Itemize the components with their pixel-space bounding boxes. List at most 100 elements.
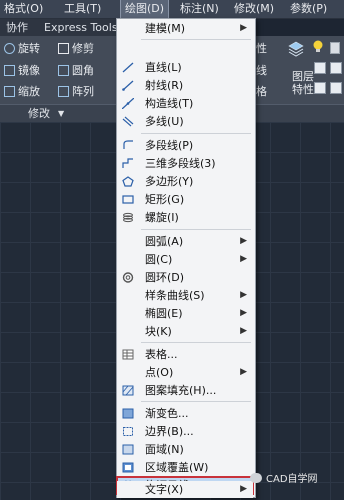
layer-tool-2-icon[interactable]: [330, 62, 342, 74]
mirror-label: 镜像: [18, 64, 40, 77]
mirror-icon: [4, 65, 15, 76]
menu-item-label: 块(K): [145, 325, 172, 338]
fillet-button[interactable]: 圆角: [58, 62, 94, 80]
menu-item-arc[interactable]: 圆弧(A) ▶: [117, 233, 253, 250]
menu-item-label: 面域(N): [145, 443, 184, 456]
menu-item-modeling[interactable]: 建模(M) ▶: [117, 20, 253, 37]
submenu-arrow-icon: ▶: [240, 367, 247, 377]
layer-tool-4-icon[interactable]: [330, 82, 342, 94]
fillet-label: 圆角: [72, 64, 94, 77]
menu-item-label: 螺旋(I): [145, 211, 179, 224]
menu-format[interactable]: 格式(O): [4, 0, 43, 18]
properties-item[interactable]: 性: [256, 40, 267, 58]
menu-item-polygon[interactable]: 多边形(Y): [117, 173, 253, 190]
menu-draw[interactable]: 绘图(D): [119, 0, 170, 19]
tab-express-tools[interactable]: Express Tools: [44, 19, 118, 36]
rectangle-icon: [122, 195, 134, 204]
trim-label: 修剪: [72, 42, 94, 55]
boundary-icon: [123, 427, 133, 436]
menu-item-wipeout[interactable]: 区域覆盖(W): [117, 459, 253, 476]
menu-item-circle[interactable]: 圆(C) ▶: [117, 251, 253, 268]
submenu-arrow-icon: ▶: [240, 290, 247, 300]
array-label: 阵列: [72, 85, 94, 98]
menu-item-polyline[interactable]: 多段线(P): [117, 137, 253, 154]
caret-down-icon[interactable]: ▼: [58, 105, 64, 122]
construction-line-icon: [122, 98, 134, 109]
polygon-icon: [122, 176, 134, 187]
wipeout-icon: [122, 462, 134, 473]
menu-item-line[interactable]: 直线(L): [117, 59, 253, 76]
ribbon-tabs: 协作 Express Tools: [0, 19, 120, 36]
menu-item-table[interactable]: 表格...: [117, 346, 253, 363]
menu-item-gradient[interactable]: 渐变色...: [117, 405, 253, 422]
modify-panel-title[interactable]: 修改: [28, 105, 50, 122]
polyline-icon: [123, 140, 133, 149]
menu-dimension[interactable]: 标注(N): [180, 0, 219, 18]
multiline-icon: [122, 116, 134, 127]
menu-item-label: 图案填充(H)...: [145, 384, 217, 397]
menu-bar: 格式(O) 工具(T) 绘图(D) 标注(N) 修改(M) 参数(P): [0, 0, 344, 19]
menu-divider: [141, 133, 251, 134]
menu-tools[interactable]: 工具(T): [64, 0, 101, 18]
menu-modify[interactable]: 修改(M): [234, 0, 274, 18]
linetype-item[interactable]: 线: [256, 62, 267, 80]
menu-item-ray[interactable]: 射线(R): [117, 77, 253, 94]
menu-divider: [141, 342, 251, 343]
menu-item-block[interactable]: 块(K) ▶: [117, 323, 253, 340]
menu-item-text[interactable]: 文字(X) ▶: [117, 481, 253, 498]
lightbulb-icon[interactable]: [312, 40, 324, 54]
scale-label: 缩放: [18, 85, 40, 98]
menu-item-label: 三维多段线(3): [145, 157, 216, 170]
scale-button[interactable]: 缩放: [4, 83, 40, 101]
menu-divider: [141, 229, 251, 230]
menu-item-label: 边界(B)...: [145, 425, 194, 438]
menu-item-helix[interactable]: 螺旋(I): [117, 209, 253, 226]
menu-item-label: 点(O): [145, 366, 174, 379]
menu-item-label: 射线(R): [145, 79, 184, 92]
menu-item-label: 多线(U): [145, 115, 184, 128]
menu-item-hatch[interactable]: 图案填充(H)...: [117, 382, 253, 399]
menu-item-spline[interactable]: 样条曲线(S) ▶: [117, 287, 253, 304]
menu-item-label: 区域覆盖(W): [145, 461, 209, 474]
rotate-label: 旋转: [18, 42, 40, 55]
region-icon: [122, 444, 134, 455]
menu-item-point[interactable]: 点(O) ▶: [117, 364, 253, 381]
line-icon: [122, 62, 134, 73]
watermark: CAD自学网: [250, 470, 318, 485]
menu-item-donut[interactable]: 圆环(D): [117, 269, 253, 286]
rotate-button[interactable]: 旋转: [4, 40, 40, 58]
menu-item-label: 表格...: [145, 348, 178, 361]
fillet-icon: [58, 65, 69, 76]
mirror-button[interactable]: 镜像: [4, 62, 40, 80]
menu-item-3d-polyline[interactable]: 三维多段线(3): [117, 155, 253, 172]
submenu-arrow-icon: ▶: [240, 308, 247, 318]
menu-item-boundary[interactable]: 边界(B)...: [117, 423, 253, 440]
trim-button[interactable]: 修剪: [58, 40, 94, 58]
watermark-text: CAD自学网: [266, 474, 318, 485]
menu-item-region[interactable]: 面域(N): [117, 441, 253, 458]
tab-collaborate[interactable]: 协作: [6, 19, 28, 36]
layer-state-icon[interactable]: [330, 42, 340, 54]
menu-item-label: 多边形(Y): [145, 175, 194, 188]
draw-dropdown-menu: 建模(M) ▶ 直线(L) 射线(R) 构造线(T) 多线(U) 多段线(P) …: [116, 18, 256, 498]
menu-item-construction-line[interactable]: 构造线(T): [117, 95, 253, 112]
menu-item-label: 样条曲线(S): [145, 289, 205, 302]
menu-divider: [141, 39, 251, 40]
3d-polyline-icon: [122, 158, 133, 168]
layer-tool-3-icon[interactable]: [314, 82, 326, 94]
menu-item-label: 建模(M): [145, 22, 186, 35]
menu-item-label: 多段线(P): [145, 139, 194, 152]
array-button[interactable]: 阵列: [58, 83, 94, 101]
layer-tool-icon[interactable]: [314, 62, 326, 74]
menu-item-ellipse[interactable]: 椭圆(E) ▶: [117, 305, 253, 322]
menu-item-label: 圆弧(A): [145, 235, 184, 248]
scissors-icon: [58, 43, 69, 54]
grid-item[interactable]: 格: [256, 83, 267, 101]
menu-parameters[interactable]: 参数(P): [290, 0, 327, 18]
hatch-icon: [122, 385, 134, 396]
menu-item-rectangle[interactable]: 矩形(G): [117, 191, 253, 208]
wechat-icon: [250, 473, 262, 483]
donut-icon: [122, 272, 134, 283]
menu-item-multiline[interactable]: 多线(U): [117, 113, 253, 130]
menu-item-label: 渐变色...: [145, 407, 189, 420]
